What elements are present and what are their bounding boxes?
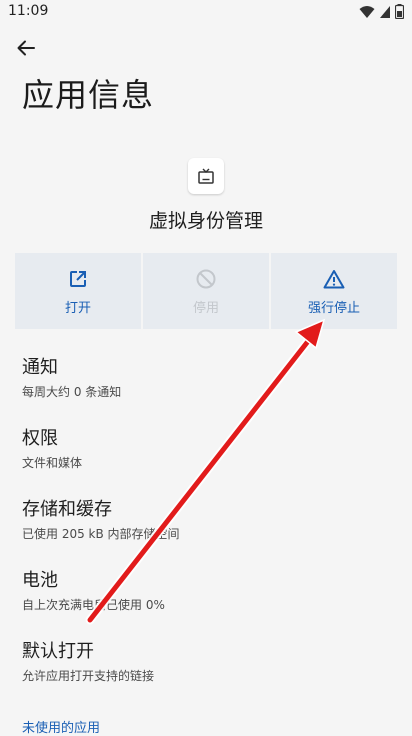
setting-subtitle: 文件和媒体 bbox=[22, 456, 83, 470]
disable-button[interactable]: 停用 bbox=[143, 253, 269, 329]
setting-title: 权限 bbox=[22, 428, 58, 449]
open-button[interactable]: 打开 bbox=[15, 253, 141, 329]
back-arrow-icon bbox=[17, 40, 35, 56]
status-icons bbox=[359, 4, 404, 19]
setting-battery[interactable]: 电池 自上次充满电后已使用 0% bbox=[22, 570, 165, 613]
disable-label: 停用 bbox=[192, 300, 219, 316]
tv-icon bbox=[198, 168, 214, 184]
status-time: 11:09 bbox=[8, 3, 49, 19]
unused-apps-link[interactable]: 未使用的应用 bbox=[22, 717, 100, 736]
status-bar: 11:09 bbox=[0, 0, 412, 24]
open-label: 打开 bbox=[64, 300, 91, 316]
setting-title: 电池 bbox=[22, 570, 58, 591]
setting-title: 默认打开 bbox=[22, 641, 94, 662]
setting-subtitle: 允许应用打开支持的链接 bbox=[22, 669, 155, 683]
force-stop-button[interactable]: 强行停止 bbox=[271, 253, 397, 329]
setting-storage[interactable]: 存储和缓存 已使用 205 kB 内部存储空间 bbox=[22, 499, 180, 542]
setting-open-by-default[interactable]: 默认打开 允许应用打开支持的链接 bbox=[22, 641, 154, 684]
warning-icon bbox=[323, 267, 345, 291]
app-name: 虚拟身份管理 bbox=[148, 210, 263, 232]
setting-title: 存储和缓存 bbox=[22, 499, 112, 520]
signal-icon bbox=[380, 5, 390, 18]
block-icon bbox=[195, 267, 217, 291]
setting-notifications[interactable]: 通知 每周大约 0 条通知 bbox=[22, 357, 121, 400]
app-icon bbox=[188, 158, 224, 194]
action-buttons: 打开 停用 强行停止 bbox=[15, 253, 397, 329]
setting-title: 通知 bbox=[22, 357, 58, 378]
back-button[interactable] bbox=[12, 36, 40, 60]
open-external-icon bbox=[68, 267, 88, 291]
setting-subtitle: 自上次充满电后已使用 0% bbox=[22, 598, 165, 612]
force-stop-label: 强行停止 bbox=[307, 300, 360, 316]
setting-subtitle: 每周大约 0 条通知 bbox=[22, 385, 122, 399]
page-title: 应用信息 bbox=[22, 76, 155, 114]
wifi-icon bbox=[359, 5, 375, 18]
setting-subtitle: 已使用 205 kB 内部存储空间 bbox=[22, 527, 180, 541]
setting-permissions[interactable]: 权限 文件和媒体 bbox=[22, 428, 82, 471]
battery-icon bbox=[395, 4, 404, 19]
